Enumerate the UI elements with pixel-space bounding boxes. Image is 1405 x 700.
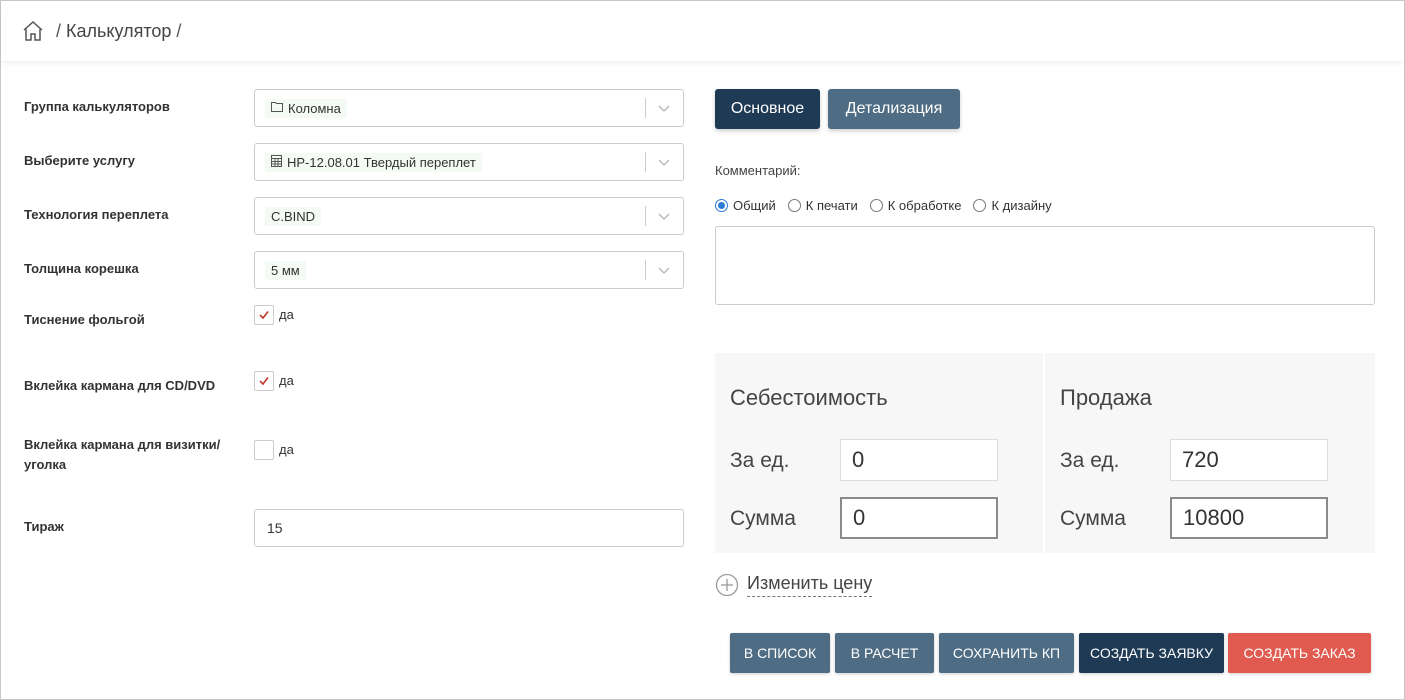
select-divider — [645, 206, 646, 226]
service-value: HP-12.08.01 Твердый переплет — [287, 154, 476, 170]
radio-processing[interactable]: К обработке — [869, 198, 962, 213]
calculator-group-value: Коломна — [288, 100, 341, 116]
cost-total-label: Сумма — [730, 507, 796, 530]
save-kp-button[interactable]: СОХРАНИТЬ КП — [939, 633, 1074, 673]
home-icon[interactable] — [21, 19, 45, 43]
card-pocket-label-line1: Вклейка кармана для визитки/ — [24, 437, 221, 452]
cost-per-unit-label: За ед. — [730, 449, 790, 472]
cost-panel: Себестоимость За ед. 0 Сумма 0 — [715, 353, 1043, 553]
service-select[interactable]: HP-12.08.01 Твердый переплет — [254, 143, 684, 181]
chevron-down-icon[interactable] — [655, 207, 673, 225]
cd-pocket-label: Вклейка кармана для CD/DVD — [24, 378, 216, 393]
calculator-group-select[interactable]: Коломна — [254, 89, 684, 127]
chevron-down-icon[interactable] — [655, 261, 673, 279]
radio-button[interactable] — [869, 199, 883, 212]
card-pocket-checkbox[interactable] — [254, 440, 274, 460]
plus-circle-icon — [715, 573, 739, 597]
cd-pocket-yes: да — [279, 373, 294, 388]
create-request-button[interactable]: СОЗДАТЬ ЗАЯВКУ — [1079, 633, 1224, 673]
checkmark-icon — [259, 311, 269, 320]
radio-button[interactable] — [715, 199, 728, 212]
card-pocket-yes: да — [279, 442, 294, 457]
to-calc-button[interactable]: В РАСЧЕТ — [835, 633, 934, 673]
chevron-down-icon[interactable] — [655, 153, 673, 171]
to-list-button[interactable]: В СПИСОК — [730, 633, 830, 673]
radio-label: К печати — [805, 198, 858, 213]
select-divider — [645, 152, 646, 172]
sale-title: Продажа — [1060, 385, 1152, 410]
radio-label: Общий — [733, 198, 776, 213]
radio-design[interactable]: К дизайну — [973, 198, 1052, 213]
spine-thickness-select[interactable]: 5 мм — [254, 251, 684, 289]
service-label: Выберите услугу — [24, 153, 135, 168]
folder-icon — [271, 101, 283, 115]
breadcrumb: / Калькулятор / — [1, 1, 1404, 61]
sale-per-unit-label: За ед. — [1060, 449, 1120, 472]
binding-tech-select[interactable]: C.BIND — [254, 197, 684, 235]
calculator-group-label: Группа калькуляторов — [24, 99, 170, 114]
binding-tech-value: C.BIND — [265, 206, 322, 226]
tab-main[interactable]: Основное — [715, 89, 820, 129]
foil-stamping-checkbox[interactable] — [254, 305, 274, 325]
select-divider — [645, 98, 646, 118]
chevron-down-icon[interactable] — [655, 99, 673, 117]
card-pocket-label-line2: уголка — [24, 457, 67, 472]
calculator-group-value-wrap: Коломна — [265, 98, 347, 118]
sale-per-unit-input[interactable]: 720 — [1170, 439, 1328, 481]
radio-general[interactable]: Общий — [715, 198, 776, 213]
breadcrumb-separator: / — [56, 20, 62, 41]
calculator-icon — [271, 154, 282, 170]
cost-per-unit-input[interactable]: 0 — [840, 439, 998, 481]
breadcrumb-current[interactable]: Калькулятор — [66, 21, 171, 42]
cd-pocket-checkbox[interactable] — [254, 371, 274, 391]
select-divider — [645, 260, 646, 280]
checkmark-icon — [259, 377, 269, 386]
binding-tech-label: Технология переплета — [24, 207, 169, 222]
service-value-wrap: HP-12.08.01 Твердый переплет — [265, 152, 482, 172]
foil-stamping-yes: да — [279, 307, 294, 322]
window-frame — [0, 0, 1405, 700]
cost-total-input[interactable]: 0 — [840, 497, 998, 539]
radio-button[interactable] — [973, 199, 987, 212]
sale-panel: Продажа За ед. 720 Сумма 10800 — [1045, 353, 1375, 553]
breadcrumb-separator: / — [176, 20, 182, 41]
sale-total-input[interactable]: 10800 — [1170, 497, 1328, 539]
comment-type-radios: Общий К печати К обработке К дизайну — [715, 198, 1064, 213]
spine-thickness-value: 5 мм — [265, 260, 306, 280]
circulation-input[interactable]: 15 — [254, 509, 684, 547]
radio-print[interactable]: К печати — [787, 198, 858, 213]
sale-total-label: Сумма — [1060, 507, 1126, 530]
radio-button[interactable] — [787, 199, 801, 212]
radio-label: К дизайну — [991, 198, 1052, 213]
change-price-label[interactable]: Изменить цену — [747, 573, 873, 597]
foil-stamping-label: Тиснение фольгой — [24, 312, 145, 327]
comment-textarea[interactable] — [715, 226, 1375, 305]
spine-thickness-label: Толщина корешка — [24, 261, 139, 276]
radio-label: К обработке — [887, 198, 962, 213]
tab-details[interactable]: Детализация — [828, 89, 960, 129]
create-order-button[interactable]: СОЗДАТЬ ЗАКАЗ — [1228, 633, 1371, 673]
cost-title: Себестоимость — [730, 385, 888, 410]
comment-label: Комментарий: — [715, 163, 801, 178]
change-price-link[interactable]: Изменить цену — [715, 573, 873, 597]
circulation-label: Тираж — [24, 519, 64, 534]
